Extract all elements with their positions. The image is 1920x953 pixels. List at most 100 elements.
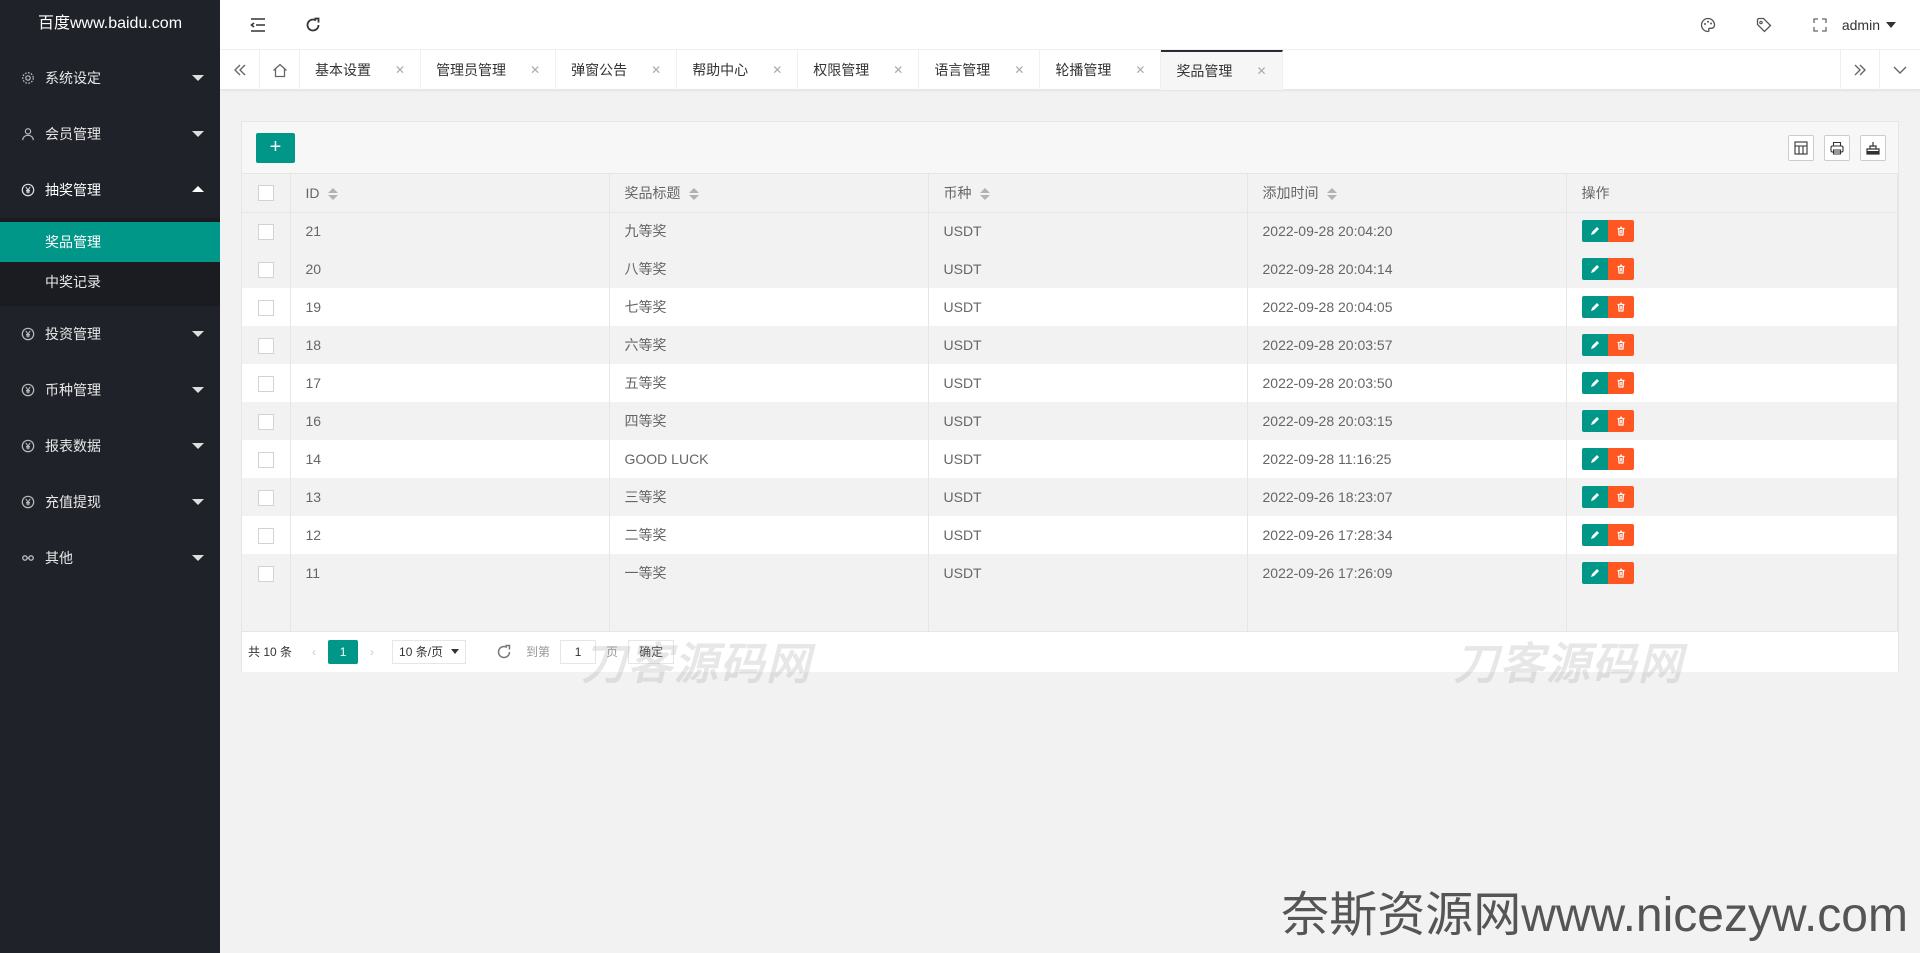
nav-item-reports[interactable]: 报表数据 <box>0 418 220 474</box>
edit-button[interactable] <box>1581 334 1608 356</box>
subnav-item-prizes[interactable]: 奖品管理 <box>0 222 220 262</box>
delete-button[interactable] <box>1607 258 1634 280</box>
yen-icon <box>20 182 36 198</box>
refresh-icon[interactable] <box>496 644 512 660</box>
row-checkbox[interactable] <box>257 261 274 278</box>
close-icon[interactable]: ✕ <box>772 50 782 90</box>
cell-id: 18 <box>290 326 610 364</box>
select-all-checkbox[interactable] <box>257 185 274 202</box>
nav-item-deposit[interactable]: 充值提现 <box>0 474 220 530</box>
delete-button[interactable] <box>1607 410 1634 432</box>
row-checkbox[interactable] <box>257 223 274 240</box>
delete-button[interactable] <box>1607 448 1634 470</box>
tabs-scroll-left-icon[interactable] <box>220 50 260 90</box>
col-header-coin[interactable]: 币种 <box>928 174 1248 213</box>
row-checkbox[interactable] <box>257 489 274 506</box>
tabs-dropdown-icon[interactable] <box>1880 50 1920 90</box>
tag-icon[interactable] <box>1744 0 1784 50</box>
tab-label: 奖品管理 <box>1176 63 1233 79</box>
edit-button[interactable] <box>1581 448 1608 470</box>
close-icon[interactable]: ✕ <box>1135 50 1145 90</box>
row-checkbox[interactable] <box>257 451 274 468</box>
sort-icon[interactable] <box>1326 188 1337 201</box>
tab-permissions[interactable]: 权限管理 ✕ <box>798 50 920 90</box>
fullscreen-icon[interactable] <box>1800 0 1840 50</box>
tab-language[interactable]: 语言管理 ✕ <box>919 50 1041 90</box>
close-icon[interactable]: ✕ <box>1014 50 1024 90</box>
delete-button[interactable] <box>1607 220 1634 243</box>
delete-button[interactable] <box>1607 524 1634 546</box>
sort-icon[interactable] <box>327 188 338 201</box>
tab-prizes[interactable]: 奖品管理 ✕ <box>1161 50 1283 90</box>
cell-coin: USDT <box>928 516 1248 554</box>
columns-filter-icon[interactable] <box>1788 135 1814 161</box>
close-icon[interactable]: ✕ <box>530 50 540 90</box>
nav-label: 其他 <box>45 550 73 566</box>
subnav-item-winners[interactable]: 中奖记录 <box>0 262 220 302</box>
next-page-icon[interactable]: › <box>358 645 386 659</box>
home-icon[interactable] <box>260 50 300 90</box>
tab-help-center[interactable]: 帮助中心 ✕ <box>677 50 799 90</box>
page-1-button[interactable]: 1 <box>328 639 359 664</box>
tab-carousel[interactable]: 轮播管理 ✕ <box>1040 50 1162 90</box>
cell-time: 2022-09-26 17:26:09 <box>1247 554 1567 592</box>
close-icon[interactable]: ✕ <box>1256 53 1266 89</box>
user-menu[interactable]: admin <box>1842 0 1896 50</box>
row-checkbox[interactable] <box>257 565 274 582</box>
nav-item-currency[interactable]: 币种管理 <box>0 362 220 418</box>
add-prize-button[interactable]: + <box>256 133 295 163</box>
close-icon[interactable]: ✕ <box>395 50 405 90</box>
col-header-id[interactable]: ID <box>290 174 610 213</box>
cell-coin: USDT <box>928 250 1248 288</box>
cell-coin: USDT <box>928 364 1248 402</box>
sort-icon[interactable] <box>688 188 699 201</box>
row-checkbox[interactable] <box>257 375 274 392</box>
row-checkbox[interactable] <box>257 527 274 544</box>
table-row: 13 三等奖 USDT 2022-09-26 18:23:07 <box>242 478 1898 516</box>
delete-button[interactable] <box>1607 486 1634 508</box>
nav-item-other[interactable]: 其他 <box>0 530 220 586</box>
close-icon[interactable]: ✕ <box>651 50 661 90</box>
cell-actions <box>1566 478 1898 516</box>
logo[interactable]: 百度www.baidu.com <box>0 0 220 50</box>
nav-label: 充值提现 <box>45 494 101 510</box>
row-checkbox[interactable] <box>257 337 274 354</box>
nav-item-lottery[interactable]: 抽奖管理 <box>0 162 220 218</box>
refresh-icon[interactable] <box>293 0 333 50</box>
edit-button[interactable] <box>1581 258 1608 280</box>
col-header-title[interactable]: 奖品标题 <box>609 174 929 213</box>
tab-admin[interactable]: 管理员管理 ✕ <box>421 50 557 90</box>
print-icon[interactable] <box>1824 135 1850 161</box>
delete-button[interactable] <box>1607 334 1634 356</box>
table-row: 11 一等奖 USDT 2022-09-26 17:26:09 <box>242 554 1898 592</box>
nav-item-members[interactable]: 会员管理 <box>0 106 220 162</box>
tabs-scroll-right-icon[interactable] <box>1840 50 1880 90</box>
nav-label: 抽奖管理 <box>45 182 101 198</box>
tab-popup-notice[interactable]: 弹窗公告 ✕ <box>556 50 678 90</box>
col-header-time[interactable]: 添加时间 <box>1247 174 1567 213</box>
edit-button[interactable] <box>1581 296 1608 318</box>
delete-button[interactable] <box>1607 372 1634 394</box>
edit-button[interactable] <box>1581 486 1608 508</box>
edit-button[interactable] <box>1581 372 1608 394</box>
nav-item-system[interactable]: 系统设定 <box>0 50 220 106</box>
close-icon[interactable]: ✕ <box>893 50 903 90</box>
delete-button[interactable] <box>1607 296 1634 318</box>
prev-page-icon[interactable]: ‹ <box>300 645 328 659</box>
edit-button[interactable] <box>1581 220 1608 243</box>
prize-table: ID 奖品标题 币种 添加时间 操作 21 九等奖 USDT 2022-09-28 2… <box>242 174 1898 632</box>
tab-basic-settings[interactable]: 基本设置 ✕ <box>300 50 422 90</box>
nav-item-invest[interactable]: 投资管理 <box>0 306 220 362</box>
export-icon[interactable] <box>1860 135 1886 161</box>
edit-button[interactable] <box>1581 524 1608 546</box>
menu-collapse-icon[interactable] <box>238 0 278 50</box>
theme-icon[interactable] <box>1688 0 1728 50</box>
delete-button[interactable] <box>1607 562 1634 584</box>
sort-icon[interactable] <box>979 188 990 201</box>
site-watermark: 奈斯资源网www.nicezyw.com <box>1281 889 1908 942</box>
edit-button[interactable] <box>1581 562 1608 584</box>
row-checkbox[interactable] <box>257 413 274 430</box>
edit-button[interactable] <box>1581 410 1608 432</box>
row-checkbox[interactable] <box>257 299 274 316</box>
page-size-select[interactable]: 10 条/页 <box>392 639 467 664</box>
